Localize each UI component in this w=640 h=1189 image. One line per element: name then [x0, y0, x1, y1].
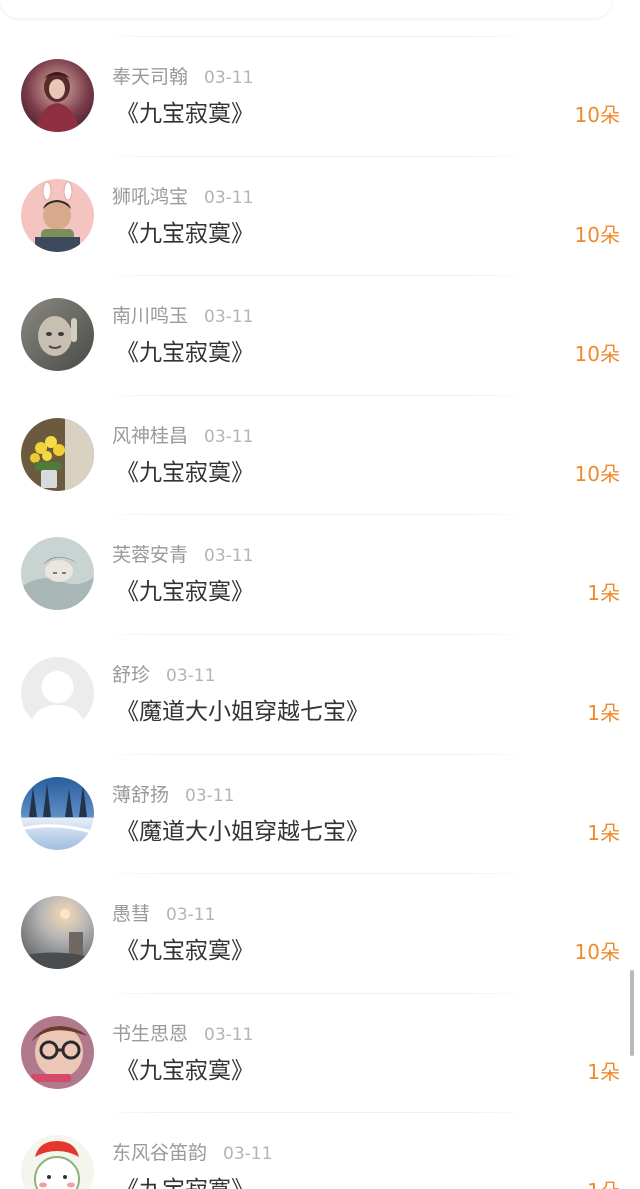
gift-date: 03-11: [204, 546, 254, 567]
user-name[interactable]: 奉天司翰: [112, 66, 188, 88]
gift-date: 03-11: [204, 187, 254, 208]
user-info: 狮吼鸿宝 03-11: [112, 184, 253, 210]
flower-count: 10朵: [574, 461, 620, 486]
flower-count: 1朵: [587, 581, 620, 606]
man-bunny-ears-avatar[interactable]: [21, 178, 94, 252]
flower-count: 1朵: [587, 820, 620, 845]
foggy-sun-avatar[interactable]: [21, 896, 94, 970]
divider: [100, 275, 530, 277]
user-name[interactable]: 芙蓉安青: [112, 544, 188, 566]
user-name[interactable]: 东风谷笛韵: [112, 1142, 207, 1164]
flower-gift-list-screen: 奉天司翰 03-11 《九宝寂寞》 10朵 狮吼鸿宝 03-11 《九宝寂寞》 …: [0, 0, 640, 1189]
book-title[interactable]: 《九宝寂寞》: [116, 575, 254, 609]
user-name[interactable]: 舒珍: [112, 664, 150, 686]
scrollbar[interactable]: [630, 970, 634, 1056]
divider: [100, 753, 530, 755]
flower-list: 奉天司翰 03-11 《九宝寂寞》 10朵 狮吼鸿宝 03-11 《九宝寂寞》 …: [0, 36, 640, 1189]
book-title[interactable]: 《九宝寂寞》: [116, 217, 254, 251]
list-item[interactable]: 薄舒扬 03-11 《魔道大小姐穿越七宝》 1朵: [0, 753, 640, 874]
user-name[interactable]: 薄舒扬: [112, 784, 169, 806]
user-name[interactable]: 南川鸣玉: [112, 305, 188, 327]
book-title[interactable]: 《九宝寂寞》: [116, 336, 254, 370]
book-title[interactable]: 《九宝寂寞》: [116, 1054, 254, 1088]
gift-date: 03-11: [204, 426, 254, 447]
list-item[interactable]: 舒珍 03-11 《魔道大小姐穿越七宝》 1朵: [0, 633, 640, 754]
cartoon-red-hair-avatar[interactable]: [21, 1135, 94, 1189]
user-info: 书生思恩 03-11: [112, 1021, 253, 1047]
flower-count: 1朵: [587, 700, 620, 725]
sleeping-anime-avatar[interactable]: [21, 537, 94, 611]
user-info: 南川鸣玉 03-11: [112, 303, 253, 329]
list-item[interactable]: 愚彗 03-11 《九宝寂寞》 10朵: [0, 873, 640, 993]
divider: [100, 36, 530, 37]
list-item[interactable]: 书生思恩 03-11 《九宝寂寞》 1朵: [0, 992, 640, 1113]
user-info: 愚彗 03-11: [112, 901, 215, 927]
gift-date: 03-11: [166, 905, 216, 926]
user-name[interactable]: 书生思恩: [112, 1023, 188, 1045]
yellow-flowers-avatar[interactable]: [21, 417, 94, 491]
top-card-edge: [0, 0, 612, 18]
gift-date: 03-11: [204, 1024, 254, 1045]
divider: [100, 992, 530, 994]
book-title[interactable]: 《九宝寂寞》: [116, 1173, 254, 1189]
anime-girl-avatar[interactable]: [21, 59, 94, 132]
flower-count: 1朵: [587, 1059, 620, 1084]
list-item[interactable]: 风神桂昌 03-11 《九宝寂寞》 10朵: [0, 394, 640, 515]
divider: [100, 155, 530, 157]
divider: [100, 633, 530, 635]
gift-date: 03-11: [166, 665, 216, 686]
user-info: 风神桂昌 03-11: [112, 423, 253, 449]
snowy-forest-avatar[interactable]: [21, 776, 94, 850]
list-item[interactable]: 狮吼鸿宝 03-11 《九宝寂寞》 10朵: [0, 155, 640, 276]
list-item[interactable]: 东风谷笛韵 03-11 《九宝寂寞》 1朵: [0, 1112, 640, 1189]
list-item[interactable]: 芙蓉安青 03-11 《九宝寂寞》 1朵: [0, 514, 640, 634]
list-item[interactable]: 南川鸣玉 03-11 《九宝寂寞》 10朵: [0, 275, 640, 395]
user-name[interactable]: 愚彗: [112, 903, 150, 925]
glasses-girl-avatar[interactable]: [21, 1015, 94, 1089]
book-title[interactable]: 《九宝寂寞》: [116, 934, 254, 968]
flower-count: 10朵: [574, 222, 620, 247]
flower-count: 10朵: [574, 940, 620, 965]
user-info: 芙蓉安青 03-11: [112, 542, 253, 568]
child-photo-avatar[interactable]: [21, 298, 94, 372]
book-title[interactable]: 《魔道大小姐穿越七宝》: [116, 815, 369, 849]
divider: [100, 514, 530, 516]
book-title[interactable]: 《九宝寂寞》: [116, 456, 254, 490]
list-item[interactable]: 奉天司翰 03-11 《九宝寂寞》 10朵: [0, 36, 640, 156]
gift-date: 03-11: [204, 307, 254, 328]
book-title[interactable]: 《魔道大小姐穿越七宝》: [116, 695, 369, 729]
gift-date: 03-11: [185, 785, 235, 806]
book-title[interactable]: 《九宝寂寞》: [116, 97, 254, 131]
divider: [100, 394, 530, 396]
flower-count: 1朵: [587, 1176, 620, 1189]
flower-count: 10朵: [574, 103, 620, 127]
user-info: 舒珍 03-11: [112, 662, 215, 688]
user-name[interactable]: 风神桂昌: [112, 425, 188, 447]
user-info: 薄舒扬 03-11: [112, 782, 234, 808]
user-name[interactable]: 狮吼鸿宝: [112, 186, 188, 208]
gift-date: 03-11: [223, 1144, 273, 1165]
user-info: 奉天司翰 03-11: [112, 64, 253, 90]
flower-count: 10朵: [574, 342, 620, 367]
divider: [100, 1112, 530, 1114]
user-info: 东风谷笛韵 03-11: [112, 1140, 272, 1166]
default-person-avatar[interactable]: [21, 656, 94, 730]
gift-date: 03-11: [204, 68, 254, 88]
divider: [100, 873, 530, 875]
